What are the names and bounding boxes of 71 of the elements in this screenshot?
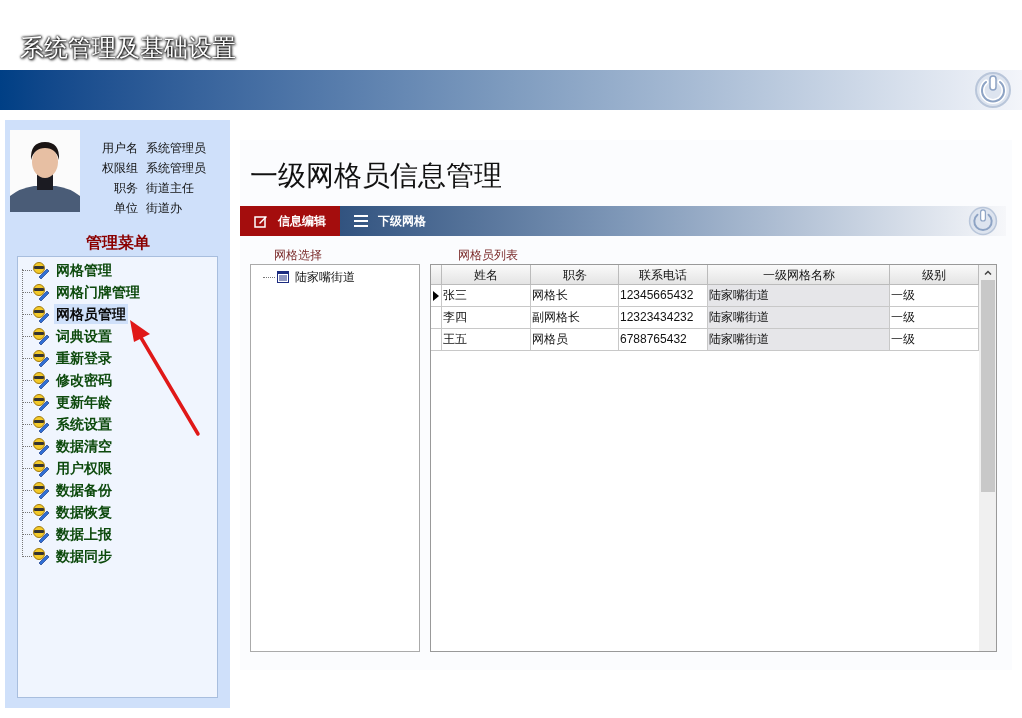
column-header[interactable]: 职务	[531, 265, 619, 284]
table-cell: 12345665432	[619, 285, 708, 306]
edit-icon	[254, 214, 268, 228]
menu-item[interactable]: 系统设置	[54, 414, 114, 434]
scroll-up-icon[interactable]	[983, 270, 992, 275]
window-title: 系统管理及基础设置	[20, 36, 236, 60]
user-edit-icon	[32, 415, 50, 433]
field-label: 权限组	[102, 160, 138, 177]
menu-item[interactable]: 词典设置	[54, 326, 114, 346]
menu-title: 管理菜单	[84, 233, 151, 253]
column-header[interactable]: 姓名	[442, 265, 531, 284]
menu-item[interactable]: 网格管理	[54, 260, 114, 280]
table-cell: 一级	[890, 285, 979, 306]
table-cell: 网格员	[531, 329, 619, 350]
menu-item[interactable]: 重新登录	[54, 348, 114, 368]
menu-item[interactable]: 数据同步	[54, 546, 114, 566]
menu-item[interactable]: 网格员管理	[54, 304, 128, 324]
menu-icon	[354, 215, 368, 227]
table-cell: 王五	[442, 329, 531, 350]
table-cell: 陆家嘴街道	[708, 329, 890, 350]
document-icon	[277, 271, 289, 283]
menu-item[interactable]: 数据恢复	[54, 502, 114, 522]
field-label: 职务	[113, 180, 138, 197]
user-edit-icon	[32, 547, 50, 565]
section-title: 网格选择	[274, 247, 323, 264]
user-edit-icon	[32, 503, 50, 521]
menu-item[interactable]: 网格门牌管理	[54, 282, 142, 302]
field-label: 单位	[113, 200, 138, 217]
menu-item[interactable]: 更新年龄	[54, 392, 114, 412]
power-icon[interactable]	[968, 206, 998, 236]
user-edit-icon	[32, 371, 50, 389]
column-header[interactable]: 联系电话	[619, 265, 708, 284]
table-cell: 一级	[890, 329, 979, 350]
scrollbar[interactable]	[979, 265, 996, 651]
table-cell: 网格长	[531, 285, 619, 306]
user-edit-icon	[32, 481, 50, 499]
power-icon[interactable]	[974, 71, 1012, 109]
field-value: 街道主任	[146, 180, 195, 197]
table-cell: 副网格长	[531, 307, 619, 328]
user-edit-icon	[32, 261, 50, 279]
toolbar-tab[interactable]: 下级网格	[340, 206, 440, 236]
user-edit-icon	[32, 393, 50, 411]
user-edit-icon	[32, 459, 50, 477]
page-title: 一级网格员信息管理	[250, 162, 503, 190]
field-value: 系统管理员	[146, 140, 206, 157]
user-edit-icon	[32, 305, 50, 323]
tree-item[interactable]: 陆家嘴街道	[295, 268, 355, 286]
user-edit-icon	[32, 437, 50, 455]
table-cell: 6788765432	[619, 329, 708, 350]
menu-item[interactable]: 数据上报	[54, 524, 114, 544]
user-edit-icon	[32, 525, 50, 543]
table-cell: 李四	[442, 307, 531, 328]
table-cell: 陆家嘴街道	[708, 307, 890, 328]
table-cell: 12323434232	[619, 307, 708, 328]
user-edit-icon	[32, 349, 50, 367]
column-header[interactable]: 一级网格名称	[708, 265, 890, 284]
table-cell: 一级	[890, 307, 979, 328]
menu-item[interactable]: 数据清空	[54, 436, 114, 456]
user-edit-icon	[32, 283, 50, 301]
menu-item[interactable]: 用户权限	[54, 458, 114, 478]
user-edit-icon	[32, 327, 50, 345]
field-label: 用户名	[102, 140, 138, 157]
field-value: 系统管理员	[146, 160, 206, 177]
field-value: 街道办	[146, 200, 183, 217]
table-cell: 陆家嘴街道	[708, 285, 890, 306]
menu-item[interactable]: 修改密码	[54, 370, 114, 390]
menu-item[interactable]: 数据备份	[54, 480, 114, 500]
table-cell: 张三	[442, 285, 531, 306]
scroll-thumb[interactable]	[980, 280, 995, 492]
toolbar-tab[interactable]: 信息编辑	[240, 206, 340, 236]
section-title: 网格员列表	[458, 247, 519, 264]
